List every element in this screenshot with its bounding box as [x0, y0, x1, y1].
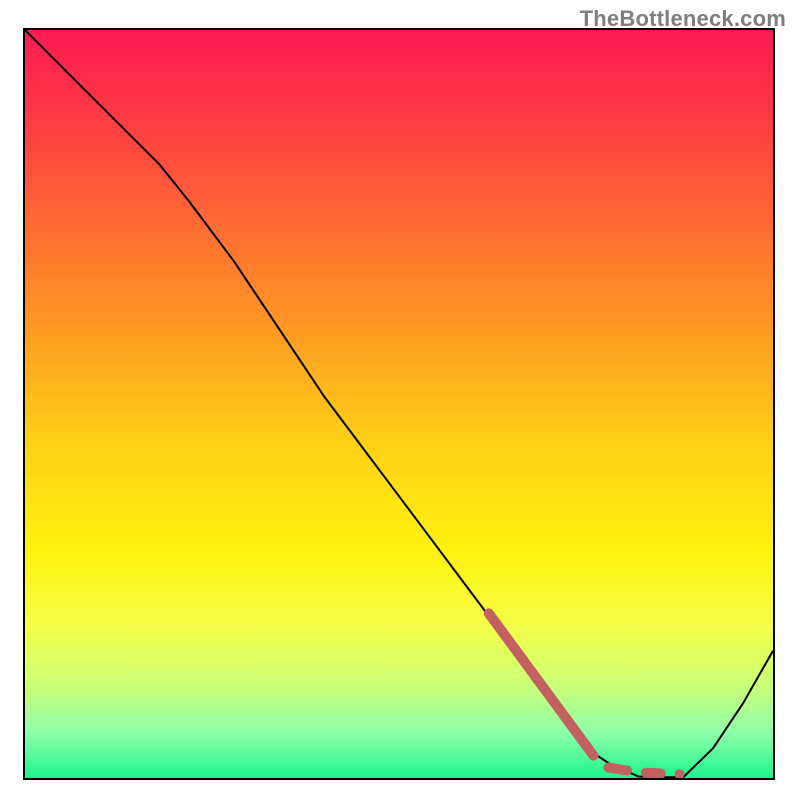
- overlay-svg: [25, 30, 773, 778]
- bottleneck-curve: [25, 30, 773, 777]
- plot-area: [23, 28, 775, 780]
- chart-stage: TheBottleneck.com: [0, 0, 800, 800]
- highlight-segment: [489, 613, 594, 755]
- highlight-segment: [608, 768, 627, 771]
- highlight-segment: [646, 773, 661, 774]
- recommended-range-marker: [489, 613, 680, 774]
